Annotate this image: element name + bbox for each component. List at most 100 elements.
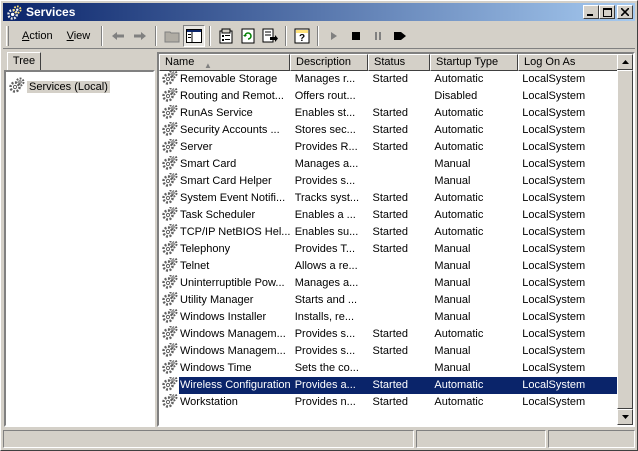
services-list[interactable]: Name ▲ Description Status Startup Type L… — [157, 52, 635, 427]
vertical-scrollbar[interactable] — [617, 54, 633, 425]
service-status-cell: Started — [372, 226, 408, 238]
column-header-startup-type[interactable]: Startup Type — [430, 54, 518, 71]
service-row[interactable]: Task Scheduler Enables a ... Started Automa… — [159, 207, 618, 224]
scroll-thumb[interactable] — [617, 70, 633, 409]
service-startup-type-cell: Automatic — [434, 124, 484, 136]
service-row[interactable]: Workstation Provides n... Started Automatic… — [159, 394, 618, 411]
close-icon — [621, 8, 629, 16]
scroll-up-button[interactable] — [617, 54, 633, 70]
service-name: Telephony — [180, 243, 231, 255]
close-button[interactable] — [617, 5, 633, 19]
tree-view[interactable]: Services (Local) — [4, 70, 155, 427]
pause-service-button[interactable] — [367, 25, 389, 47]
service-name: Routing and Remot... — [180, 90, 284, 102]
service-row[interactable]: Windows Managem... Provides s... Started Ma… — [159, 343, 618, 360]
service-gear-icon — [162, 292, 178, 309]
service-startup-type-cell: Manual — [434, 362, 471, 374]
service-row[interactable]: Security Accounts ... Stores sec... Starte… — [159, 122, 618, 139]
start-service-button[interactable] — [323, 25, 345, 47]
list-rows: Removable Storage Manages r... Started Auto… — [159, 71, 618, 411]
tree-item-services-local[interactable]: Services (Local) — [9, 77, 110, 96]
service-row[interactable]: Windows Time Sets the co... Manual LocalSys… — [159, 360, 618, 377]
service-status-cell — [368, 88, 430, 105]
restart-service-button[interactable] — [389, 25, 411, 47]
service-gear-icon — [162, 207, 178, 224]
service-row[interactable]: Smart Card Helper Provides s... Manual Loca… — [159, 173, 618, 190]
service-log-on-as-cell: LocalSystem — [522, 311, 586, 323]
column-header-log-on-as[interactable]: Log On As — [518, 54, 619, 71]
scroll-down-button[interactable] — [617, 409, 633, 425]
service-name: Windows Time — [180, 362, 252, 374]
service-startup-type-cell: Disabled — [434, 90, 478, 102]
menu-action[interactable]: Action — [15, 30, 60, 42]
refresh-button[interactable] — [237, 25, 259, 47]
up-one-level-button[interactable] — [161, 25, 183, 47]
service-row[interactable]: Server Provides R... Started Automatic Local… — [159, 139, 618, 156]
help-button[interactable]: ? — [291, 25, 313, 47]
service-name-cell: Removable Storage — [159, 71, 290, 88]
maximize-button[interactable] — [599, 5, 615, 19]
service-name: Windows Managem... — [180, 345, 286, 357]
service-status-cell: Started — [372, 141, 408, 153]
service-name-cell: Telnet — [159, 258, 290, 275]
export-list-button[interactable] — [259, 25, 281, 47]
show-hide-tree-button[interactable] — [183, 24, 206, 47]
service-startup-type-cell: Manual — [434, 158, 471, 170]
properties-button[interactable] — [215, 25, 237, 47]
service-status-cell: Started — [372, 107, 408, 119]
maximize-icon — [602, 7, 612, 17]
service-name: Utility Manager — [180, 294, 254, 306]
column-header-name[interactable]: Name ▲ — [159, 54, 290, 71]
service-row[interactable]: Smart Card Manages a... Manual LocalSystem — [159, 156, 618, 173]
status-panel-tertiary — [548, 430, 635, 448]
service-status-cell: Started — [372, 73, 408, 85]
tab-tree[interactable]: Tree — [7, 52, 41, 71]
service-row[interactable]: TCP/IP NetBIOS Hel... Enables su... Starte… — [159, 224, 618, 241]
minimize-button[interactable] — [583, 5, 599, 19]
service-status-cell: Started — [372, 209, 408, 221]
service-row[interactable]: Utility Manager Starts and ... Manual Local… — [159, 292, 618, 309]
service-name-cell: RunAs Service — [159, 105, 290, 122]
service-row[interactable]: Windows Managem... Provides s... Started Au… — [159, 326, 618, 343]
service-startup-type-cell: Automatic — [434, 73, 484, 85]
toolbar-separator — [101, 25, 104, 46]
service-gear-icon — [162, 377, 178, 394]
service-row[interactable]: System Event Notifi... Tracks syst... Star… — [159, 190, 618, 207]
menu-view[interactable]: View — [60, 30, 98, 42]
service-gear-icon — [162, 326, 178, 343]
help-icon: ? — [294, 28, 310, 44]
back-button[interactable] — [107, 25, 129, 47]
back-arrow-icon — [112, 31, 125, 40]
service-row[interactable]: Removable Storage Manages r... Started Auto… — [159, 71, 618, 88]
service-log-on-as-cell: LocalSystem — [522, 294, 586, 306]
service-name-cell: Wireless Configuration — [159, 377, 290, 394]
service-startup-type-cell: Automatic — [434, 396, 484, 408]
toolbar-grip[interactable] — [6, 25, 9, 46]
up-folder-icon — [164, 31, 180, 42]
service-row[interactable]: Routing and Remot... Offers rout... Disabl… — [159, 88, 618, 105]
service-gear-icon — [162, 190, 178, 207]
service-row[interactable]: Windows Installer Installs, re... Manual Lo… — [159, 309, 618, 326]
service-row[interactable]: Telephony Provides T... Started Manual Local… — [159, 241, 618, 258]
start-service-icon — [331, 31, 338, 40]
title-bar[interactable]: Services — [3, 3, 635, 21]
service-name-cell: Windows Time — [159, 360, 290, 377]
service-status-cell — [368, 258, 430, 275]
refresh-icon — [241, 28, 255, 43]
service-gear-icon — [162, 122, 178, 139]
service-row[interactable]: Uninterruptible Pow... Manages a... Manual… — [159, 275, 618, 292]
column-header-description[interactable]: Description — [290, 54, 368, 71]
restart-service-icon — [394, 31, 407, 40]
service-row[interactable]: Telnet Allows a re... Manual LocalSystem — [159, 258, 618, 275]
service-status-cell — [368, 292, 430, 309]
column-header-status[interactable]: Status — [368, 54, 430, 71]
service-name: Windows Installer — [180, 311, 267, 323]
forward-button[interactable] — [129, 25, 151, 47]
service-description-cell: Manages a... — [294, 158, 359, 170]
service-row[interactable]: Wireless Configuration Provides a... Start… — [159, 377, 618, 394]
service-log-on-as-cell: LocalSystem — [522, 226, 586, 238]
stop-service-button[interactable] — [345, 25, 367, 47]
service-name: TCP/IP NetBIOS Hel... — [180, 226, 290, 238]
service-gear-icon — [162, 275, 178, 292]
service-row[interactable]: RunAs Service Enables st... Started Automat… — [159, 105, 618, 122]
